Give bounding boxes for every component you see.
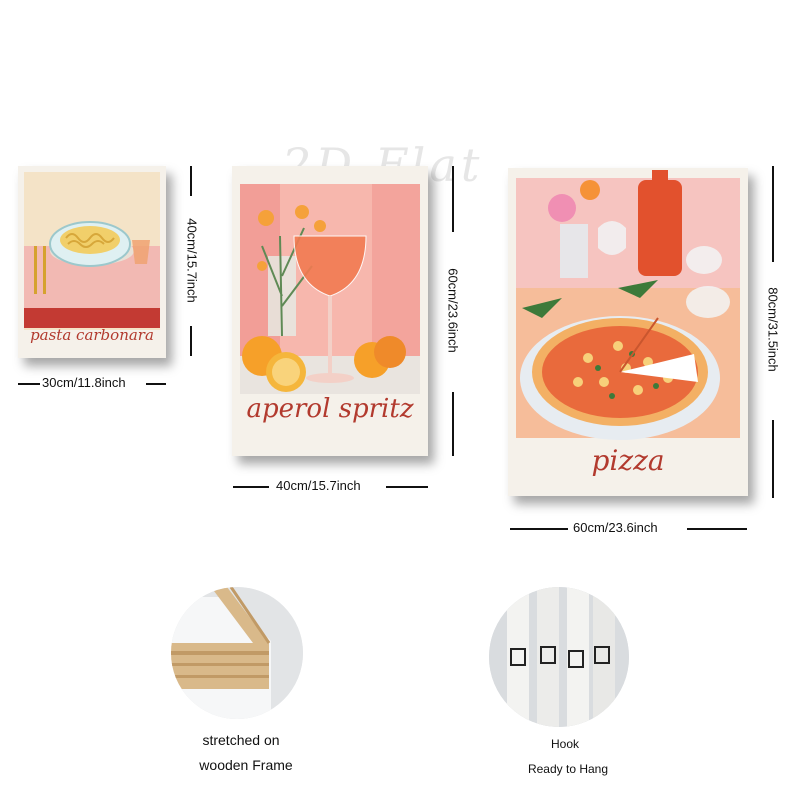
hook-photo	[489, 587, 629, 727]
width-label: 30cm/11.8inch	[42, 375, 126, 390]
width-dimension-line	[233, 486, 269, 488]
width-dimension-line	[18, 383, 40, 385]
feature-label-line2: wooden Frame	[199, 757, 293, 773]
height-dimension-line	[452, 166, 454, 232]
height-dimension-line	[190, 166, 192, 196]
poster-title: aperol spritz	[246, 394, 414, 424]
width-dimension-line	[386, 486, 428, 488]
width-dimension-line	[687, 528, 747, 530]
poster-aperol-spritz: aperol spritz	[232, 166, 428, 456]
wooden-frame-photo	[171, 587, 303, 719]
feature-label-line2: Ready to Hang	[527, 762, 609, 776]
poster-pasta-carbonara: pasta carbonara	[18, 166, 166, 358]
feature-label-line1: Hook	[550, 737, 579, 751]
hook-image	[489, 587, 629, 727]
height-label: 80cm/31.5inch	[765, 287, 781, 372]
width-dimension-line	[146, 383, 166, 385]
feature-label-line1: stretched on	[202, 732, 280, 748]
width-dimension-line	[510, 528, 568, 530]
height-dimension-line	[190, 326, 192, 356]
wood-frame-image	[171, 587, 303, 719]
height-dimension-line	[772, 166, 774, 262]
height-label: 60cm/23.6inch	[445, 268, 461, 353]
poster-pizza: pizza	[508, 168, 748, 496]
height-dimension-line	[452, 392, 454, 456]
poster-title: pizza	[591, 444, 665, 477]
height-label: 40cm/15.7inch	[184, 218, 200, 303]
width-label: 60cm/23.6inch	[573, 520, 658, 535]
width-label: 40cm/15.7inch	[276, 478, 361, 493]
height-dimension-line	[772, 420, 774, 498]
poster-title: pasta carbonara	[30, 326, 154, 344]
